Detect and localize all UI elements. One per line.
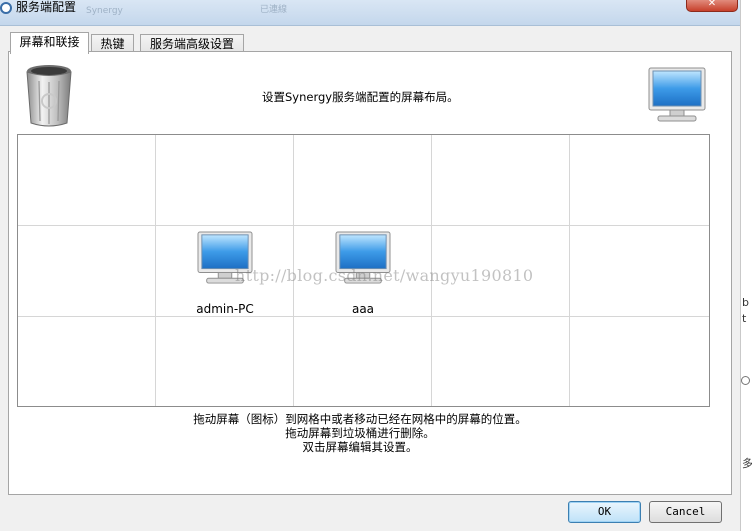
new-screen-monitor-icon[interactable] (648, 67, 706, 123)
background-text-char: b (742, 296, 749, 309)
grid-cell[interactable] (18, 226, 156, 317)
instruction-line: 拖动屏幕（图标）到网格中或者移动已经在网格中的屏幕的位置。 (193, 412, 527, 426)
instruction-line: 拖动屏幕到垃圾桶进行删除。 (285, 426, 435, 440)
watermark: http://blog.csdn.net/wangyu190810 (235, 266, 534, 285)
recycle-bin-icon[interactable] (25, 63, 73, 129)
title-bar: 服务端配置 Synergy 已連線 ✕ (0, 0, 752, 26)
app-icon (0, 2, 12, 14)
background-text-char: 多 (742, 457, 752, 470)
grid-cell[interactable] (432, 317, 570, 406)
grid-cell[interactable] (18, 135, 156, 226)
grid-cell[interactable] (156, 317, 294, 406)
close-button[interactable]: ✕ (686, 0, 738, 12)
grid-cell[interactable] (570, 317, 709, 406)
grid-cell[interactable] (432, 135, 570, 226)
cancel-button[interactable]: Cancel (649, 501, 722, 523)
layout-heading: 设置Synergy服务端配置的屏幕布局。 (262, 90, 459, 104)
window-title: 服务端配置 (16, 0, 77, 14)
background-window-text: Synergy (86, 6, 123, 16)
screen-name-label: aaa (351, 302, 375, 316)
grid-cell[interactable] (570, 135, 709, 226)
grid-cell[interactable] (570, 226, 709, 317)
grid-cell[interactable] (294, 317, 432, 406)
instructions: 拖动屏幕（图标）到网格中或者移动已经在网格中的屏幕的位置。 拖动屏幕到垃圾桶进行… (100, 412, 620, 454)
background-text-char: t (742, 312, 747, 325)
tab-screens-and-links[interactable]: 屏幕和联接 (10, 32, 89, 54)
grid-cell[interactable] (294, 135, 432, 226)
grid-cell[interactable] (156, 135, 294, 226)
instruction-line: 双击屏幕编辑其设置。 (302, 440, 418, 454)
radio-icon (741, 376, 750, 385)
screen-name-label: admin-PC (196, 302, 254, 316)
background-window-status: 已連線 (260, 5, 288, 15)
grid-cell[interactable] (18, 317, 156, 406)
ok-button[interactable]: OK (568, 501, 641, 523)
background-window-edge: b t 多 (740, 0, 752, 531)
